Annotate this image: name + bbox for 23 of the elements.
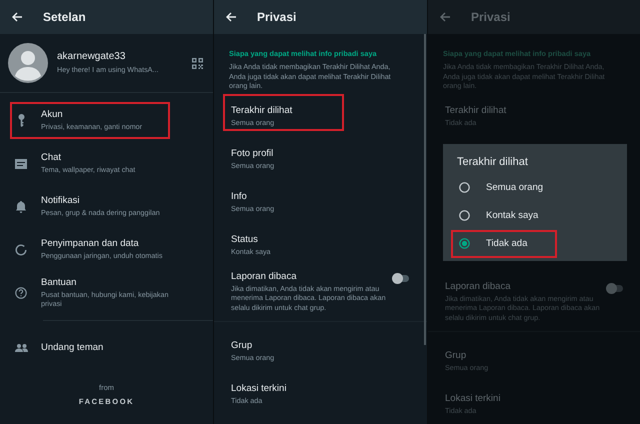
qr-code-icon[interactable] <box>192 58 203 68</box>
bell-icon <box>16 200 26 212</box>
key-icon <box>18 114 24 127</box>
dialog-option[interactable]: Tidak ada <box>451 230 557 258</box>
app-bar: Privasi <box>214 0 427 34</box>
radio-button[interactable] <box>459 182 470 193</box>
dialog-title: Terakhir dilihat <box>456 156 529 170</box>
radio-button[interactable] <box>459 238 470 249</box>
radio-button[interactable] <box>459 210 470 221</box>
toggle-switch[interactable] <box>609 284 623 292</box>
avatar[interactable] <box>8 43 48 83</box>
scrollbar[interactable] <box>424 34 426 345</box>
dialog-option[interactable]: Kontak saya <box>451 202 557 230</box>
app-bar: Privasi <box>428 0 640 34</box>
chat-icon <box>15 158 27 168</box>
invite-friends-item[interactable]: Undang teman <box>10 329 203 366</box>
app-bar: Setelan <box>0 0 213 34</box>
data-usage-icon <box>15 244 27 256</box>
help-icon <box>15 286 27 298</box>
profile-name: akarnewgate33 <box>57 51 126 62</box>
people-icon <box>14 344 28 352</box>
dialog-option[interactable]: Semua orang <box>451 174 557 202</box>
toggle-switch[interactable] <box>395 274 409 282</box>
